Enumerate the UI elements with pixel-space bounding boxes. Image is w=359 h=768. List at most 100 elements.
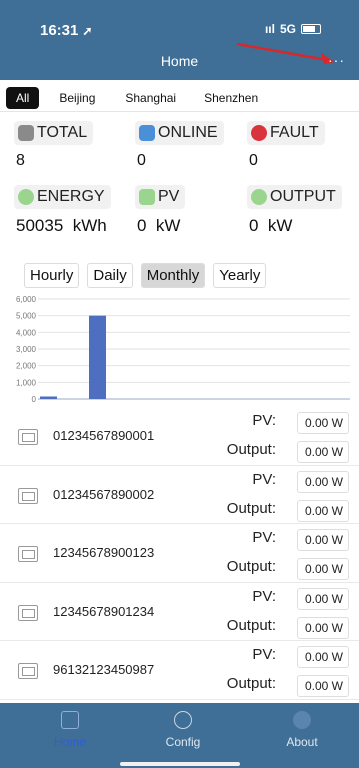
- bottom-tab-bar: Home Config About: [0, 703, 359, 768]
- stat-output-value: 0: [249, 216, 259, 235]
- y-tick-label: 2,000: [16, 362, 37, 371]
- period-selector: Hourly Daily Monthly Yearly: [24, 263, 267, 288]
- online-icon: [139, 125, 155, 141]
- tab-home[interactable]: Home: [30, 711, 110, 749]
- chart-bar[interactable]: [40, 396, 57, 400]
- stat-total: TOTAL 8: [14, 121, 124, 170]
- stat-fault-value: 0: [249, 152, 258, 169]
- location-arrow-icon: ➚: [82, 24, 93, 38]
- device-id: 96132123450987: [53, 662, 155, 677]
- period-daily[interactable]: Daily: [87, 263, 133, 288]
- inverter-device-icon: [18, 546, 38, 562]
- energy-icon: [18, 189, 34, 205]
- status-indicators: ııl 5G: [265, 22, 321, 36]
- inverter-device-icon: [18, 604, 38, 621]
- stat-fault: FAULT 0: [247, 121, 357, 170]
- pv-label: PV:: [252, 470, 276, 488]
- pv-label: PV:: [252, 587, 276, 605]
- home-indicator: [120, 762, 240, 766]
- more-menu-button[interactable]: ···: [328, 52, 345, 68]
- region-tabs: All Beijing Shanghai Shenzhen: [6, 87, 270, 109]
- signal-icon: ııl: [264, 22, 275, 36]
- period-monthly[interactable]: Monthly: [140, 263, 206, 288]
- output-value: 0.00 W: [297, 616, 349, 639]
- inverter-device-icon: [18, 487, 38, 504]
- info-icon: [293, 711, 311, 729]
- pv-value: 0.00 W: [297, 587, 349, 610]
- tab-beijing[interactable]: Beijing: [47, 87, 107, 109]
- device-id: 01234567890002: [53, 486, 155, 502]
- output-value: 0.00 W: [297, 441, 349, 463]
- tab-shenzhen[interactable]: Shenzhen: [192, 87, 270, 109]
- solar-panel-icon: [139, 189, 155, 205]
- inverter-device-icon: [18, 429, 38, 445]
- y-tick-label: 3,000: [16, 345, 37, 354]
- y-tick-label: 5,000: [16, 312, 37, 321]
- stat-output-label: OUTPUT: [270, 188, 336, 205]
- y-tick-label: 0: [32, 395, 37, 404]
- red-arrow-annotation-icon: [236, 42, 335, 64]
- output-value: 0.00 W: [297, 558, 349, 580]
- stat-pv-unit: kW: [155, 216, 181, 235]
- battery-icon: [301, 24, 321, 34]
- stat-online: ONLINE 0: [135, 121, 245, 170]
- stat-online-label: ONLINE: [158, 124, 218, 141]
- network-type: 5G: [279, 22, 296, 36]
- globe-icon: [174, 711, 192, 729]
- tab-about[interactable]: About: [262, 711, 342, 749]
- pv-label: PV:: [252, 412, 276, 429]
- stat-pv-label: PV: [158, 188, 180, 205]
- y-tick-label: 4,000: [16, 328, 37, 337]
- fault-icon: [251, 125, 267, 141]
- device-list: 01234567890001 PV: 0.00 W Output: 0.00 W…: [0, 407, 359, 700]
- pv-value: 0.00 W: [297, 529, 349, 551]
- stat-total-label: TOTAL: [37, 124, 88, 141]
- stat-energy-label: ENERGY: [37, 188, 105, 205]
- device-row[interactable]: 01234567890002 PV: 0.00 W Output: 0.00 W: [0, 466, 359, 524]
- status-time: 16:31 ➚: [40, 22, 93, 39]
- pv-label: PV:: [252, 646, 276, 663]
- output-label: Output:: [226, 675, 276, 692]
- pv-value: 0.00 W: [297, 470, 349, 493]
- device-id: 12345678900123: [53, 545, 155, 560]
- device-row[interactable]: 12345678901234 PV: 0.00 W Output: 0.00 W: [0, 583, 359, 641]
- period-yearly[interactable]: Yearly: [213, 263, 267, 288]
- output-label: Output:: [226, 558, 276, 575]
- header-bar: 16:31 ➚ ııl 5G Home ···: [0, 0, 359, 80]
- pv-value: 0.00 W: [297, 412, 349, 434]
- energy-bar-chart: 6,000 5,000 4,000 3,000 2,000 1,000 0: [16, 295, 350, 404]
- tab-config[interactable]: Config: [143, 711, 223, 749]
- output-label: Output:: [226, 441, 276, 458]
- stat-total-value: 8: [16, 152, 25, 169]
- period-hourly[interactable]: Hourly: [24, 263, 80, 288]
- tab-about-label: About: [286, 735, 318, 749]
- inverter-icon: [18, 125, 34, 141]
- inverter-device-icon: [18, 663, 38, 679]
- output-gauge-icon: [251, 189, 267, 205]
- home-icon: [61, 711, 79, 729]
- stat-fault-label: FAULT: [270, 124, 319, 141]
- stat-energy-unit: kWh: [72, 216, 107, 235]
- chart-bar[interactable]: [89, 315, 106, 399]
- device-id: 12345678901234: [53, 603, 155, 619]
- tab-home-label: Home: [53, 735, 86, 749]
- stat-output-unit: kW: [267, 216, 293, 235]
- output-label: Output:: [226, 499, 276, 517]
- stat-energy: ENERGY 50035 kWh: [14, 185, 134, 236]
- device-row[interactable]: 12345678900123 PV: 0.00 W Output: 0.00 W: [0, 524, 359, 583]
- output-value: 0.00 W: [297, 499, 349, 522]
- tab-config-label: Config: [165, 735, 201, 749]
- y-tick-label: 6,000: [16, 295, 37, 304]
- tab-all[interactable]: All: [6, 87, 40, 109]
- device-id: 01234567890001: [53, 428, 155, 443]
- stat-energy-value: 50035: [16, 216, 64, 235]
- pv-value: 0.00 W: [297, 646, 349, 668]
- tab-shanghai[interactable]: Shanghai: [113, 87, 188, 109]
- output-label: Output:: [226, 616, 276, 634]
- stat-pv: PV 0 kW: [135, 185, 245, 236]
- device-row[interactable]: 01234567890001 PV: 0.00 W Output: 0.00 W: [0, 407, 359, 466]
- stat-online-value: 0: [137, 152, 146, 169]
- y-tick-label: 1,000: [16, 378, 37, 387]
- tabs-divider: [0, 111, 359, 112]
- device-row[interactable]: 96132123450987 PV: 0.00 W Output: 0.00 W: [0, 641, 359, 700]
